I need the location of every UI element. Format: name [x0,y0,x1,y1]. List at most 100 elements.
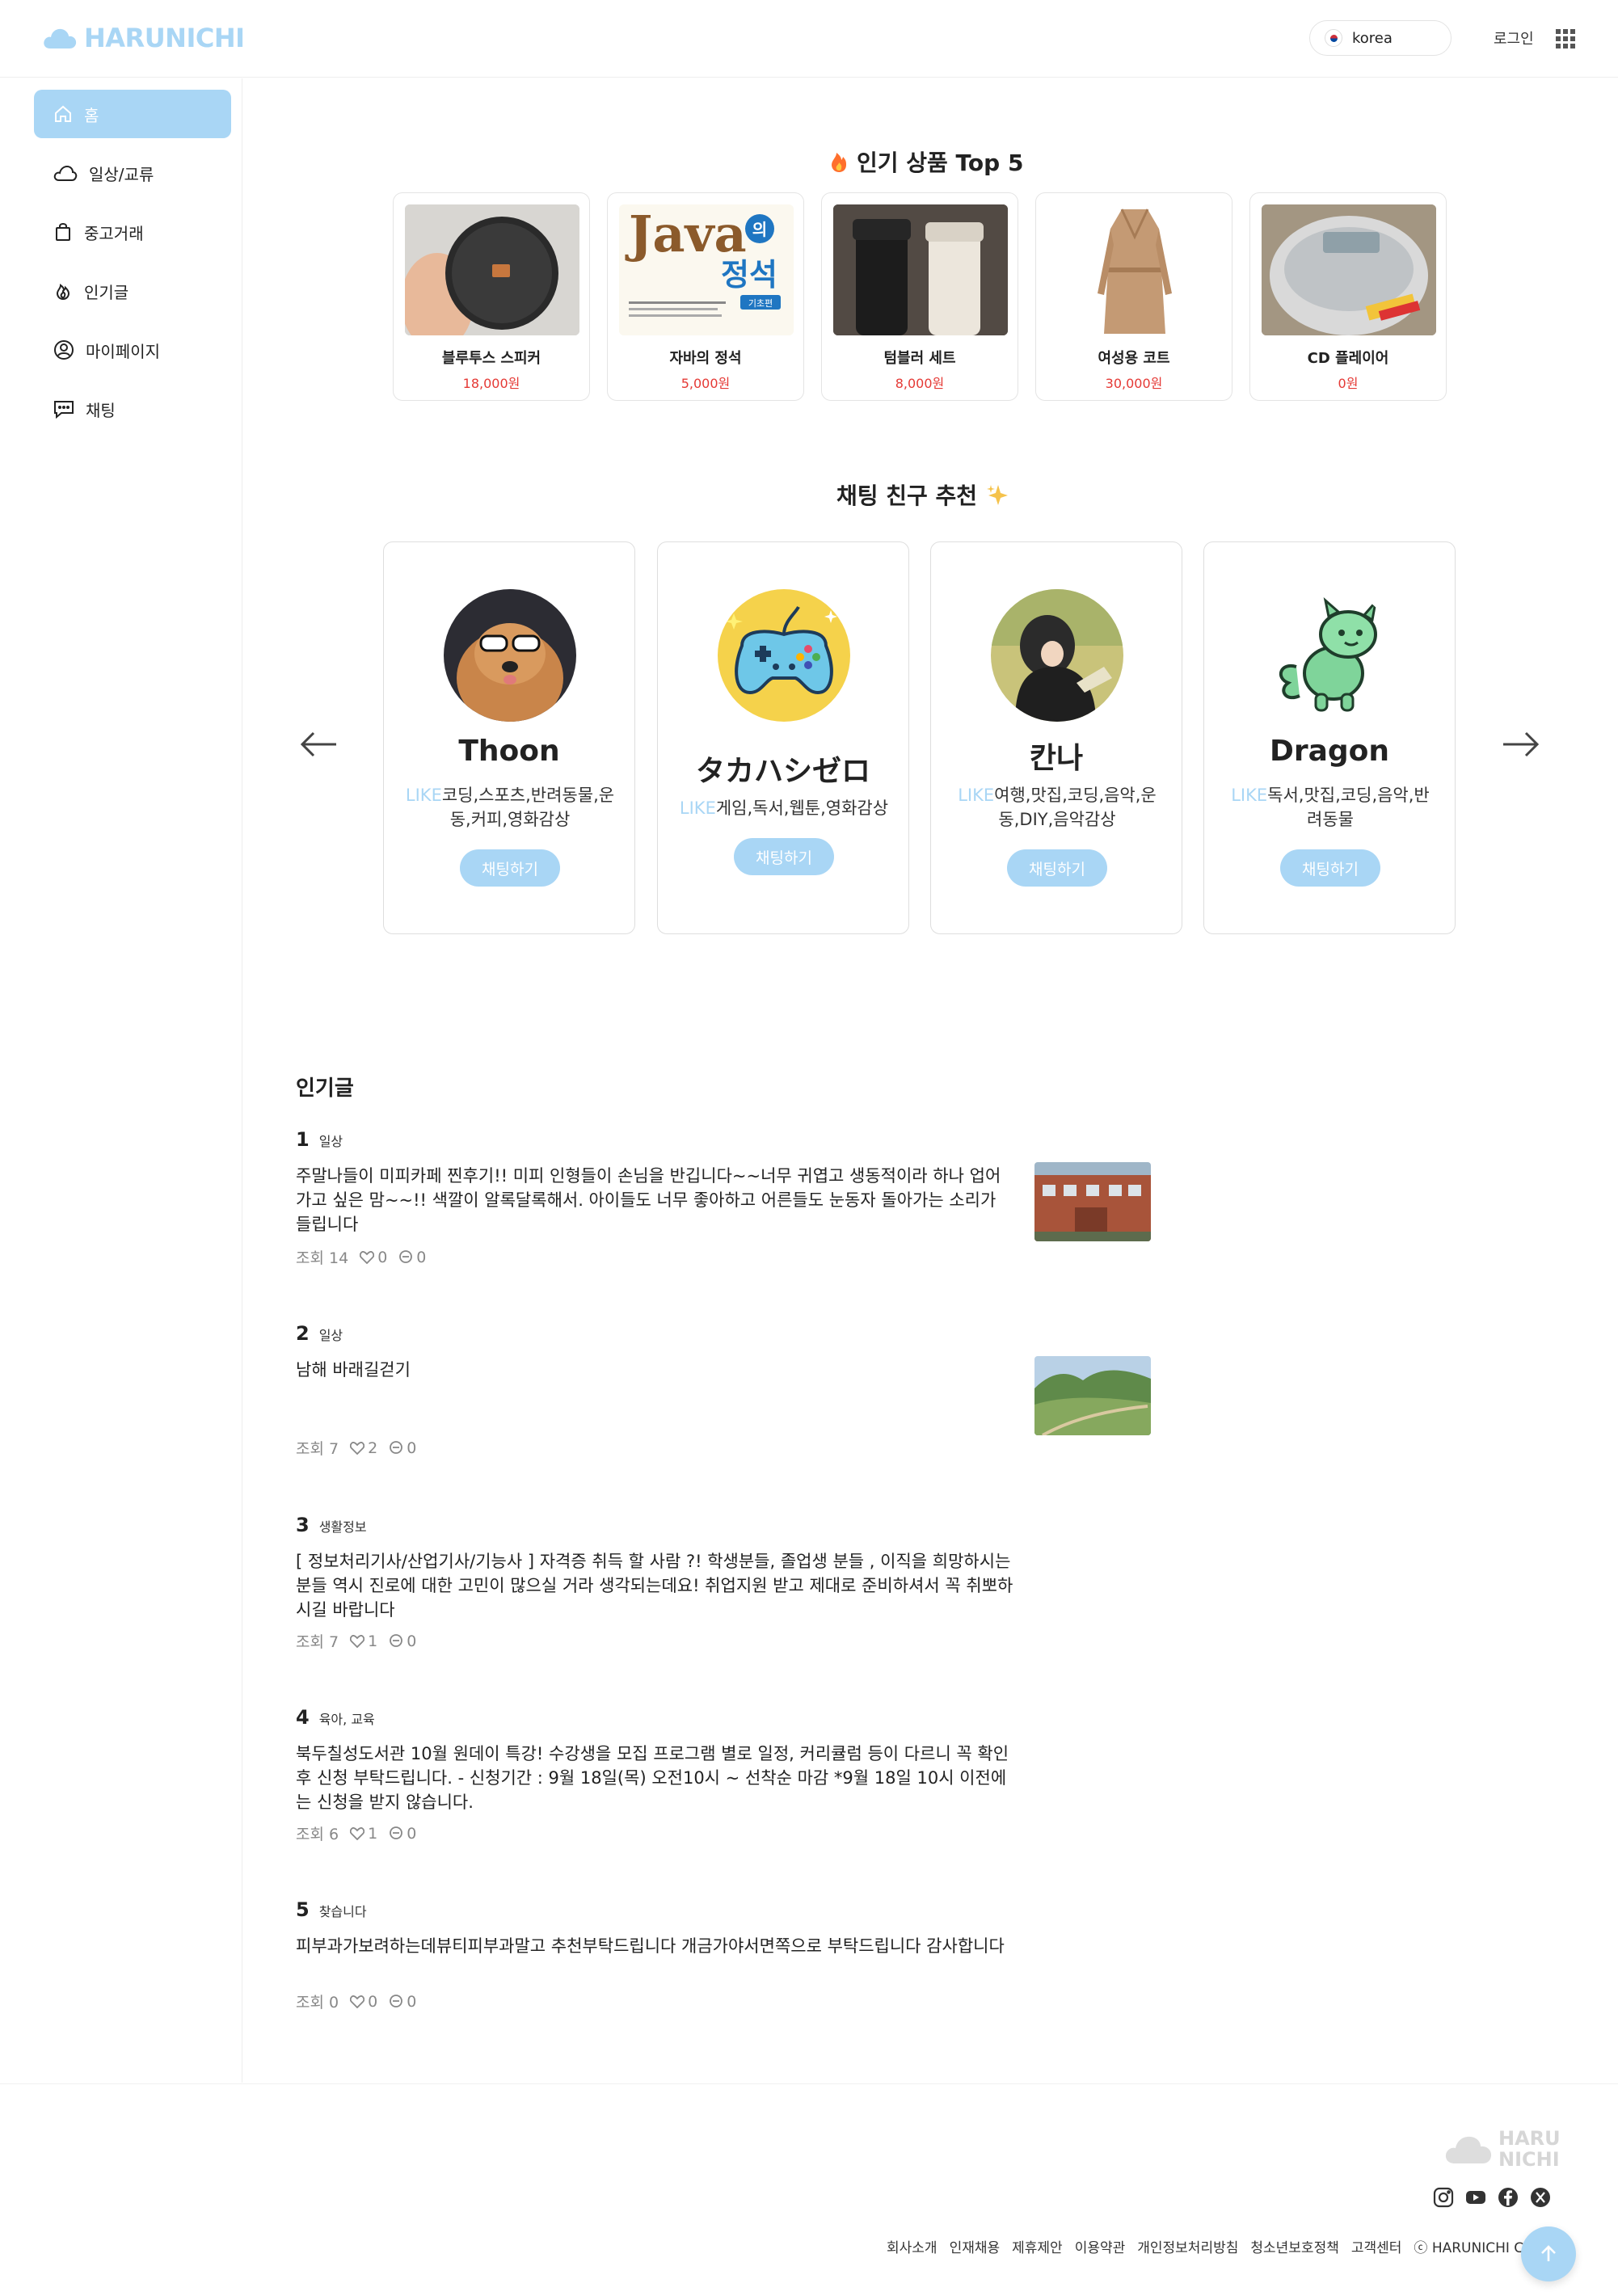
product-card[interactable]: 여성용 코트 30,000원 [1035,192,1232,401]
friend-name: タカハシゼロ [695,755,870,788]
footer-link-careers[interactable]: 인재채용 [950,2236,1001,2256]
comment-icon [390,1994,403,2007]
friend-card[interactable]: Thoon LIKE코딩,스포츠,반려동물,운동,커피,영화감상 채팅하기 [383,541,635,934]
post-category: 생활정보 [318,1519,367,1535]
sidebar-item-label: 홈 [84,105,99,125]
footer-link-partnership[interactable]: 제휴제안 [1012,2236,1063,2256]
instagram-icon[interactable] [1432,2186,1455,2209]
shopping-bag-icon [56,222,70,241]
post-item[interactable]: 5 찾습니다 피부과가보려하는데뷰티피부과말고 추천부탁드립니다 개금가야서면쪽… [296,1898,1152,2012]
friend-likes-text: 게임,독서,웹툰,영화감상 [715,798,889,818]
footer-link-privacy[interactable]: 개인정보처리방침 [1137,2236,1238,2256]
next-arrow-icon[interactable] [1498,722,1544,767]
cloud-logo-icon [44,28,77,48]
footer-link-about[interactable]: 회사소개 [887,2236,938,2256]
post-meta: 조회 14 0 0 [296,1246,431,1268]
sidebar-item-popular[interactable]: 인기글 [34,267,231,315]
prev-arrow-icon[interactable] [296,722,341,767]
post-header: 4 육아, 교육 [296,1706,1152,1729]
post-thumbnail [1034,1356,1151,1435]
sparkles-icon [987,485,1009,505]
country-selector[interactable]: korea [1309,20,1452,56]
product-price: 5,000원 [680,376,731,391]
friend-card[interactable]: 칸나 LIKE여행,맛집,코딩,음악,운동,DIY,음악감상 채팅하기 [930,541,1182,934]
friend-likes-text: 독서,맛집,코딩,음악,반려동물 [1267,786,1430,829]
chat-button[interactable]: 채팅하기 [734,838,834,875]
product-card[interactable]: 블루투스 스피커 18,000원 [393,192,590,401]
post-meta: 조회 7 1 0 [296,1630,421,1652]
comment-icon [390,1826,403,1839]
facebook-icon[interactable] [1497,2186,1519,2209]
post-text: [ 정보처리기사/산업기사/기능사 ] 자격증 취득 할 사람 ?! 학생분들,… [296,1552,1013,1620]
sidebar-item-label: 중고거래 [84,223,144,243]
popular-posts-title: 인기글 [296,1076,354,1101]
like-tag: LIKE [405,786,442,805]
post-text: 주말나들이 미피카페 찐후기!! 미피 인형들이 손님을 반깁니다~~너무 귀엽… [296,1166,1001,1234]
post-rank: 1 [296,1128,310,1151]
cloud-logo-icon [1445,2136,1492,2163]
post-comments: 0 [398,1249,426,1266]
heart-icon [360,1250,375,1264]
apps-grid-icon[interactable] [1556,29,1575,48]
scroll-top-button[interactable] [1521,2226,1576,2281]
post-header: 2 일상 [296,1322,1152,1345]
sidebar-item-daily[interactable]: 일상/교류 [34,149,231,197]
product-image: Java 의 정석 기초편 [619,204,794,335]
post-views: 조회 6 [296,1826,339,1843]
friend-card[interactable]: Dragon LIKE독서,맛집,코딩,음악,반려동물 채팅하기 [1203,541,1456,934]
avatar [991,589,1123,722]
product-price: 30,000원 [1105,376,1163,391]
footer-link-terms[interactable]: 이용약관 [1075,2236,1126,2256]
friend-likes-text: 여행,맛집,코딩,음악,운동,DIY,음악감상 [994,786,1157,829]
post-item[interactable]: 2 일상 남해 바래길걷기 조회 7 2 0 [296,1322,1152,1458]
product-card[interactable]: Java 의 정석 기초편 자바의 정석 5,000원 [607,192,804,401]
post-meta: 조회 7 2 0 [296,1437,421,1459]
flame-icon [56,284,70,301]
book-cover-badge: 기초편 [748,298,773,309]
post-comments: 0 [389,1632,416,1650]
logo[interactable]: HARUNICHI [42,23,245,53]
post-views: 조회 7 [296,1633,339,1651]
post-item[interactable]: 4 육아, 교육 북두칠성도서관 10월 원데이 특강! 수강생을 모집 프로그… [296,1706,1152,1843]
post-text: 피부과가보려하는데뷰티피부과말고 추천부탁드립니다 개금가야서면쪽으로 부탁드립… [296,1936,1005,1956]
footer-link-youth-policy[interactable]: 청소년보호정책 [1250,2236,1338,2256]
footer-link-support[interactable]: 고객센터 [1351,2236,1402,2256]
footer-copyright: ⓒ HARUNICHI C [1414,2240,1524,2256]
youtube-icon[interactable] [1464,2186,1487,2209]
sidebar-item-market[interactable]: 중고거래 [34,208,231,256]
post-rank: 3 [296,1514,310,1536]
x-icon[interactable] [1529,2186,1552,2209]
friend-card[interactable]: タカハシゼロ LIKE게임,독서,웹툰,영화감상 채팅하기 [657,541,909,934]
arrow-up-icon [1541,2245,1556,2261]
product-price: 18,000원 [462,376,520,391]
sidebar-item-mypage[interactable]: 마이페이지 [34,326,231,374]
product-name: 텀블러 세트 [883,350,956,367]
heart-icon [350,1441,365,1455]
friend-likes-text: 코딩,스포츠,반려동물,운동,커피,영화감상 [441,786,615,829]
sidebar-item-label: 인기글 [84,282,129,302]
chat-button[interactable]: 채팅하기 [460,849,560,887]
post-category: 일상 [318,1328,343,1343]
friends-title: 채팅 친구 추천 [836,478,1009,511]
post-rank: 5 [296,1898,310,1921]
chat-button[interactable]: 채팅하기 [1280,849,1380,887]
post-item[interactable]: 3 생활정보 [ 정보처리기사/산업기사/기능사 ] 자격증 취득 할 사람 ?… [296,1514,1152,1651]
post-header: 1 일상 [296,1128,1152,1151]
home-icon [55,105,71,122]
product-card[interactable]: 텀블러 세트 8,000원 [821,192,1018,401]
product-image [405,204,579,335]
footer-logo-line1: HARU [1498,2127,1561,2150]
heart-icon [350,1634,365,1648]
post-meta: 조회 0 0 0 [296,1991,421,2012]
post-item[interactable]: 1 일상 주말나들이 미피카페 찐후기!! 미피 인형들이 손님을 반깁니다~~… [296,1128,1152,1274]
product-card[interactable]: CD 플레이어 0원 [1249,192,1447,401]
friend-name: Dragon [1269,735,1390,768]
chat-button[interactable]: 채팅하기 [1007,849,1107,887]
sidebar: 홈 일상/교류 중고거래 인기글 마이페이지 채팅 [0,78,242,2083]
sidebar-item-home[interactable]: 홈 [34,90,231,138]
sidebar-item-chat[interactable]: 채팅 [34,385,231,433]
sidebar-item-label: 일상/교류 [89,164,154,184]
book-cover-title2: 정석 [721,257,777,293]
login-link[interactable]: 로그인 [1494,27,1534,48]
product-image [1047,204,1222,335]
